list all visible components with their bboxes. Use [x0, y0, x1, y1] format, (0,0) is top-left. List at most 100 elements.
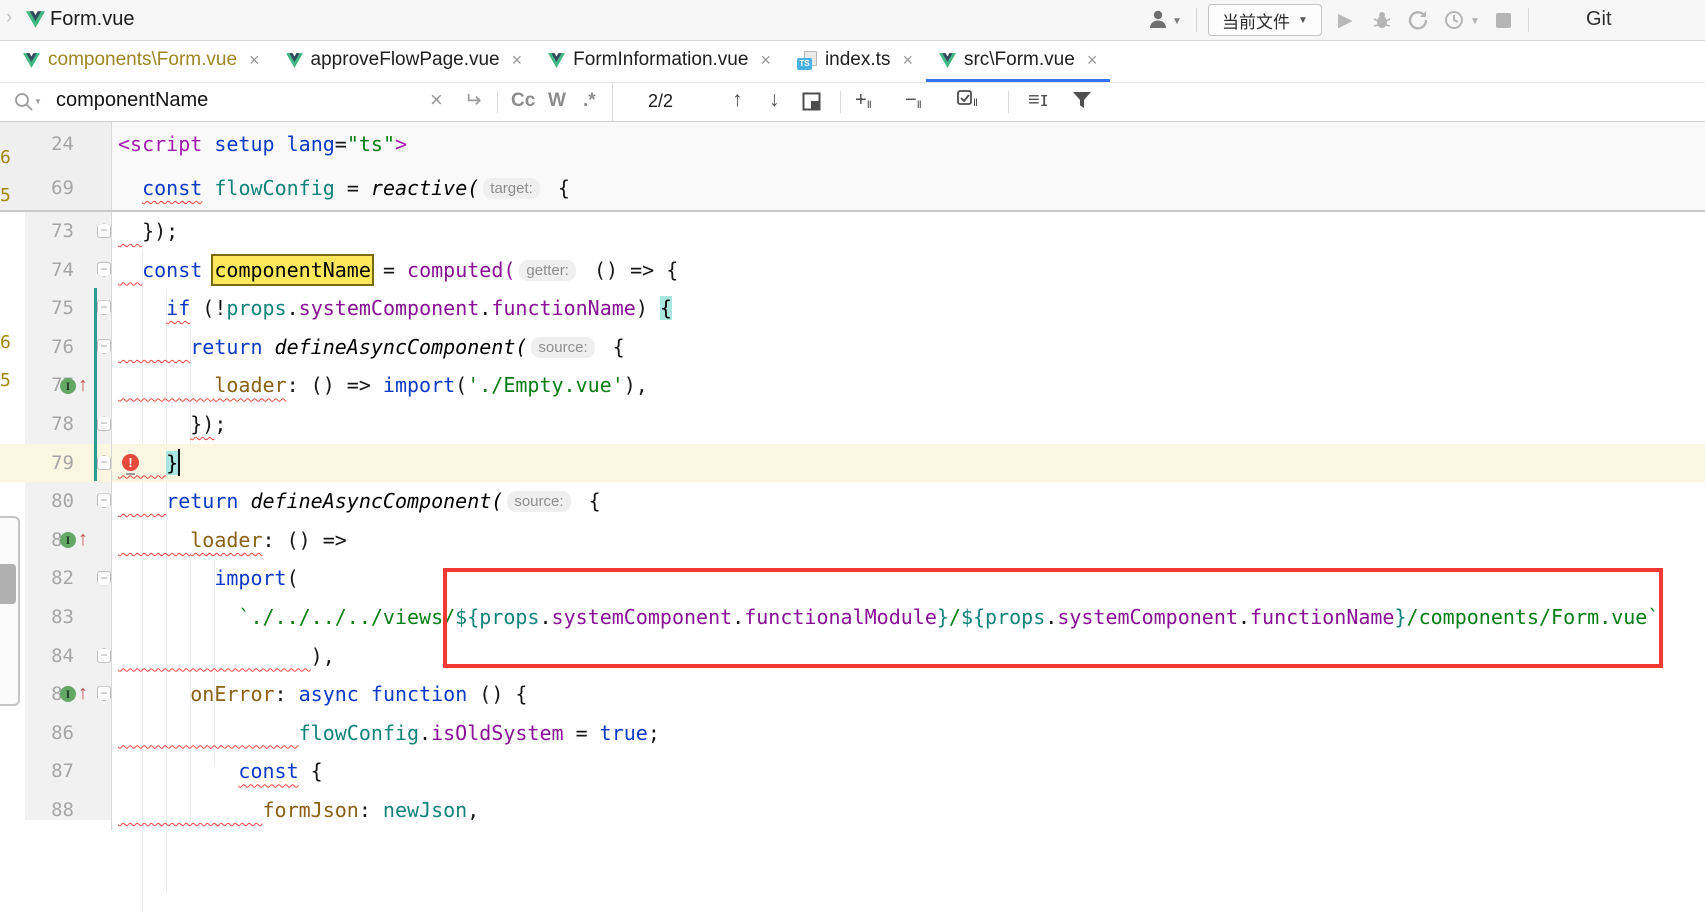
line-number[interactable]: 76: [28, 328, 74, 367]
line-number[interactable]: 88: [28, 791, 74, 830]
run-configuration-select[interactable]: 当前文件 ▼: [1208, 4, 1322, 36]
code-line-78[interactable]: 78 − });: [0, 405, 1705, 444]
line-number[interactable]: 79: [28, 444, 74, 483]
code-text[interactable]: formJson: newJson,: [112, 791, 479, 830]
code-text[interactable]: const flowConfig = reactive(target: {: [112, 166, 570, 210]
line-number[interactable]: 69: [28, 166, 74, 210]
tab-close-icon[interactable]: ×: [1087, 50, 1098, 71]
code-line-76[interactable]: 76 − return defineAsyncComponent(source: …: [0, 328, 1705, 367]
code-line-86[interactable]: 86 flowConfig.isOldSystem = true;: [0, 714, 1705, 753]
code-text[interactable]: const {: [112, 752, 323, 791]
fold-marker-icon[interactable]: −: [97, 571, 111, 586]
navigate-up-arrow-icon[interactable]: ↑: [78, 374, 88, 396]
line-number[interactable]: 74: [28, 251, 74, 290]
code-editor[interactable]: 24<script setup lang="ts">69 const flowC…: [0, 122, 1705, 820]
add-occurrence-button[interactable]: +II: [855, 89, 871, 112]
profiler-caret-icon[interactable]: ▼: [1470, 16, 1480, 27]
user-dropdown-caret-icon[interactable]: ▼: [1172, 16, 1182, 27]
remove-occurrence-button[interactable]: −II: [905, 89, 921, 112]
editor-tab-5[interactable]: src\Form.vue×: [926, 41, 1110, 82]
run-with-coverage-button[interactable]: [1408, 10, 1428, 30]
code-line-80[interactable]: 80 − return defineAsyncComponent(source: …: [0, 482, 1705, 521]
tab-close-icon[interactable]: ×: [902, 50, 913, 71]
code-line-87[interactable]: 87 const {: [0, 752, 1705, 791]
line-number[interactable]: 87: [28, 752, 74, 791]
code-text[interactable]: });: [112, 405, 226, 444]
run-button[interactable]: ▶: [1338, 9, 1353, 32]
code-text[interactable]: flowConfig.isOldSystem = true;: [112, 714, 660, 753]
code-text[interactable]: return defineAsyncComponent(source: {: [112, 482, 601, 521]
search-query-text[interactable]: componentName: [56, 89, 208, 112]
next-occurrence-button[interactable]: ↓: [769, 88, 780, 112]
fold-marker-icon[interactable]: −: [97, 686, 111, 701]
select-all-occurrences-button[interactable]: II: [957, 90, 977, 109]
user-account-icon[interactable]: [1148, 9, 1170, 29]
fold-marker-icon[interactable]: −: [97, 493, 111, 508]
clipped-scrollbar-thumb[interactable]: [0, 564, 16, 604]
vcs-change-marker[interactable]: [94, 288, 97, 481]
code-line-74[interactable]: 74 − const componentName = computed(gette…: [0, 251, 1705, 290]
error-gutter-icon[interactable]: !: [122, 454, 139, 471]
regex-toggle[interactable]: .*: [583, 90, 596, 112]
fold-marker-icon[interactable]: −: [97, 416, 111, 431]
stop-button[interactable]: [1496, 13, 1511, 28]
fold-marker-icon[interactable]: −: [97, 223, 111, 238]
line-number[interactable]: 86: [28, 714, 74, 753]
new-line-icon[interactable]: ↵: [464, 88, 482, 113]
code-text[interactable]: import(: [112, 559, 299, 598]
code-line-69[interactable]: 69 const flowConfig = reactive(target: {: [0, 166, 1705, 210]
editor-tab-2[interactable]: approveFlowPage.vue×: [273, 41, 536, 82]
fold-marker-icon[interactable]: −: [97, 648, 111, 663]
editor-tab-3[interactable]: FormInformation.vue×: [535, 41, 784, 82]
implementation-gutter-icon[interactable]: I: [60, 532, 76, 548]
code-line-81[interactable]: 81I↑ loader: () =>: [0, 521, 1705, 560]
editor-tab-1[interactable]: components\Form.vue×: [10, 41, 273, 82]
line-number[interactable]: 80: [28, 482, 74, 521]
code-line-24[interactable]: 24 <script setup lang="ts">: [0, 122, 1705, 166]
code-line-75[interactable]: 75 − if (!props.systemComponent.functionN…: [0, 289, 1705, 328]
search-input[interactable]: ▼ componentName × ↵ Cc W .*: [0, 83, 613, 121]
whole-words-toggle[interactable]: W: [548, 90, 566, 112]
line-number[interactable]: 82: [28, 559, 74, 598]
code-line-73[interactable]: 73 − });: [0, 212, 1705, 251]
tab-close-icon[interactable]: ×: [512, 50, 523, 71]
filter-lines-icon[interactable]: ≡ɪ: [1028, 89, 1049, 112]
fold-marker-icon[interactable]: −: [97, 262, 111, 277]
profiler-button[interactable]: [1444, 10, 1464, 30]
code-line-79[interactable]: 79−! }: [0, 444, 1705, 483]
code-text[interactable]: loader: () =>: [112, 521, 347, 560]
code-text[interactable]: const componentName = computed(getter: (…: [112, 251, 678, 290]
line-number[interactable]: 83: [28, 598, 74, 637]
code-text[interactable]: onError: async function () {: [112, 675, 527, 714]
code-line-85[interactable]: 85I↑− onError: async function () {: [0, 675, 1705, 714]
fold-marker-icon[interactable]: −: [97, 339, 111, 354]
code-line-88[interactable]: 88 formJson: newJson,: [0, 791, 1705, 830]
code-text[interactable]: <script setup lang="ts">: [112, 122, 407, 166]
filter-search-results-icon[interactable]: [1072, 91, 1092, 110]
navigate-up-arrow-icon[interactable]: ↑: [78, 682, 88, 704]
code-text[interactable]: });: [112, 212, 178, 251]
previous-occurrence-button[interactable]: ↑: [732, 88, 743, 112]
search-history-caret-icon[interactable]: ▼: [34, 97, 42, 106]
editor-tab-4[interactable]: TSindex.ts×: [784, 41, 926, 82]
search-in-selection-icon[interactable]: [802, 92, 821, 111]
tab-close-icon[interactable]: ×: [249, 50, 260, 71]
fold-marker-icon[interactable]: −: [97, 455, 111, 470]
line-number[interactable]: 24: [28, 122, 74, 166]
line-number[interactable]: 84: [28, 637, 74, 676]
code-text[interactable]: ),: [112, 637, 335, 676]
search-icon[interactable]: [13, 91, 35, 113]
line-number[interactable]: 73: [28, 212, 74, 251]
line-number[interactable]: 75: [28, 289, 74, 328]
debug-button[interactable]: [1372, 10, 1392, 30]
code-text[interactable]: if (!props.systemComponent.functionName)…: [112, 289, 672, 328]
match-case-toggle[interactable]: Cc: [511, 90, 535, 112]
git-menu-label[interactable]: Git: [1586, 8, 1612, 31]
clipped-scrollbar[interactable]: [0, 516, 20, 706]
clear-search-icon[interactable]: ×: [430, 87, 443, 113]
tab-close-icon[interactable]: ×: [760, 50, 771, 71]
line-number[interactable]: 78: [28, 405, 74, 444]
code-text[interactable]: return defineAsyncComponent(source: {: [112, 328, 625, 367]
code-text[interactable]: loader: () => import('./Empty.vue'),: [112, 366, 648, 405]
fold-marker-icon[interactable]: −: [97, 300, 111, 315]
